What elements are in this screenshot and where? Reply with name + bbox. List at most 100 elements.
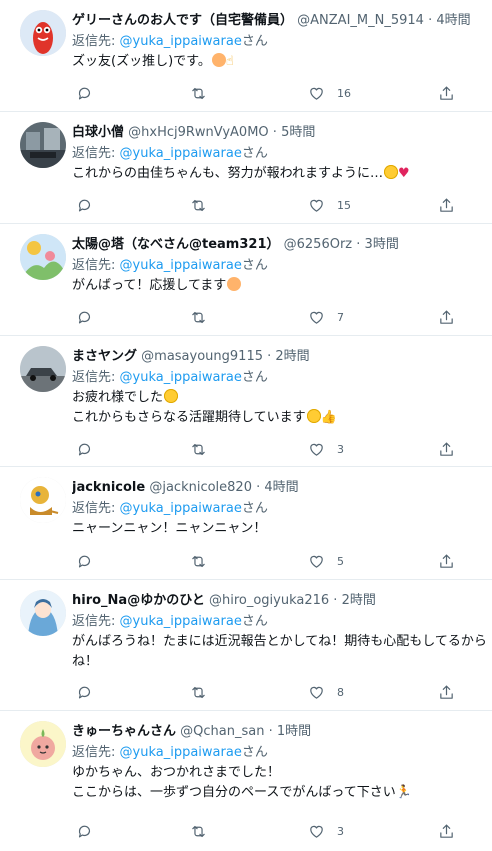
reply-button[interactable]	[76, 309, 93, 326]
share-icon	[438, 553, 455, 570]
like-button[interactable]: 5	[308, 553, 344, 570]
display-name[interactable]: hiro_Na@ゆかのひと	[72, 593, 205, 608]
share-icon	[438, 197, 455, 214]
retweet-icon	[190, 684, 207, 701]
reply-tweet[interactable]: まさヤング @masayoung9115 · 2時間 返信先: @yuka_ip…	[0, 336, 492, 467]
timestamp[interactable]: 3時間	[365, 237, 399, 252]
tweet-text: ズッ友(ズッ推し)です。 ☝	[72, 52, 484, 72]
reply-button[interactable]	[76, 85, 93, 102]
tweet-text-content: ニャーンニャン！ニャンニャン！	[72, 521, 267, 536]
avatar[interactable]	[20, 590, 66, 636]
action-bar: 8	[72, 682, 484, 702]
onion-character-icon	[20, 721, 66, 767]
reply-tweet[interactable]: hiro_Na@ゆかのひと @hiro_ogiyuka216 · 2時間 返信先…	[0, 580, 492, 711]
share-button[interactable]	[438, 684, 455, 701]
timestamp[interactable]: 1時間	[277, 724, 311, 739]
tweet-text: がんばろうね！たまには近況報告とかしてね！期待も心配もしてるから ね！	[72, 632, 487, 672]
display-name[interactable]: jacknicole	[72, 480, 145, 495]
reply-tweet[interactable]: 太陽@塔（なべさん@team321） @6256Orz · 3時間 返信先: @…	[0, 224, 492, 336]
mention-link[interactable]: @yuka_ippaiwarae	[120, 370, 242, 385]
heart-icon	[308, 553, 325, 570]
avatar[interactable]	[20, 122, 66, 168]
timestamp[interactable]: 4時間	[436, 13, 470, 28]
retweet-button[interactable]	[190, 553, 207, 570]
separator-dot: ·	[268, 125, 282, 140]
reply-tweet[interactable]: きゅーちゃんさん @Qchan_san · 1時間 返信先: @yuka_ipp…	[0, 711, 492, 850]
tweet-text-line: これからもさらなる活躍期待しています	[72, 410, 306, 425]
user-handle[interactable]: @6256Orz	[284, 237, 353, 252]
avatar[interactable]	[20, 477, 66, 523]
like-button[interactable]: 7	[308, 309, 344, 326]
action-bar: 16	[72, 83, 484, 103]
user-handle[interactable]: @hxHcj9RwnVyA0MO	[128, 125, 269, 140]
mention-link[interactable]: @yuka_ippaiwarae	[120, 258, 242, 273]
share-button[interactable]	[438, 553, 455, 570]
retweet-button[interactable]	[190, 684, 207, 701]
like-button[interactable]: 16	[308, 85, 351, 102]
grinning-face-emoji	[306, 409, 321, 423]
reply-to: 返信先: @yuka_ippaiwaraeさん	[72, 256, 484, 276]
reply-to-suffix: さん	[241, 34, 268, 49]
display-name[interactable]: 太陽@塔（なべさん@team321）	[72, 237, 280, 252]
timestamp[interactable]: 4時間	[264, 480, 298, 495]
pointing-hand-emoji: ☝	[225, 54, 234, 69]
retweet-button[interactable]	[190, 197, 207, 214]
mention-link[interactable]: @yuka_ippaiwarae	[120, 34, 242, 49]
like-button[interactable]: 3	[308, 823, 344, 840]
avatar[interactable]	[20, 721, 66, 767]
avatar[interactable]	[20, 234, 66, 280]
user-handle[interactable]: @hiro_ogiyuka216	[209, 593, 329, 608]
reply-tweet[interactable]: jacknicole @jacknicole820 · 4時間 返信先: @yu…	[0, 467, 492, 580]
share-button[interactable]	[438, 309, 455, 326]
display-name[interactable]: きゅーちゃんさん	[72, 724, 176, 739]
reply-button[interactable]	[76, 553, 93, 570]
like-button[interactable]: 8	[308, 684, 344, 701]
retweet-button[interactable]	[190, 309, 207, 326]
share-button[interactable]	[438, 85, 455, 102]
retweet-button[interactable]	[190, 85, 207, 102]
avatar[interactable]	[20, 10, 66, 56]
retweet-button[interactable]	[190, 823, 207, 840]
user-handle[interactable]: @masayoung9115	[141, 349, 263, 364]
reply-to-label: 返信先:	[72, 34, 120, 49]
reply-to-suffix: さん	[241, 745, 268, 760]
like-button[interactable]: 15	[308, 197, 351, 214]
mention-link[interactable]: @yuka_ippaiwarae	[120, 614, 242, 629]
tweet-text: これからの由佳ちゃんも、努力が報われますように… ♥	[72, 164, 484, 184]
user-handle[interactable]: @jacknicole820	[149, 480, 252, 495]
reply-button[interactable]	[76, 197, 93, 214]
user-handle[interactable]: @ANZAI_M_N_5914	[297, 13, 424, 28]
relieved-face-emoji	[383, 165, 398, 179]
reply-icon	[76, 553, 93, 570]
reply-tweet[interactable]: 白球小僧 @hxHcj9RwnVyA0MO · 5時間 返信先: @yuka_i…	[0, 112, 492, 224]
user-handle[interactable]: @Qchan_san	[180, 724, 264, 739]
mention-link[interactable]: @yuka_ippaiwarae	[120, 745, 242, 760]
share-button[interactable]	[438, 197, 455, 214]
action-bar: 7	[72, 307, 484, 327]
like-button[interactable]: 3	[308, 441, 344, 458]
retweet-button[interactable]	[190, 441, 207, 458]
heart-icon	[308, 85, 325, 102]
action-bar: 3	[72, 821, 484, 841]
display-name[interactable]: 白球小僧	[72, 125, 124, 140]
reply-tweet[interactable]: ゲリーさんのお人です（自宅警備員） @ANZAI_M_N_5914 · 4時間 …	[0, 0, 492, 112]
avatar[interactable]	[20, 346, 66, 392]
display-name[interactable]: まさヤング	[72, 349, 137, 364]
reply-button[interactable]	[76, 823, 93, 840]
reply-to: 返信先: @yuka_ippaiwaraeさん	[72, 499, 484, 519]
retweet-icon	[190, 441, 207, 458]
display-name[interactable]: ゲリーさんのお人です（自宅警備員）	[72, 13, 293, 28]
like-count: 3	[337, 824, 344, 838]
share-button[interactable]	[438, 823, 455, 840]
reply-icon	[76, 197, 93, 214]
mention-link[interactable]: @yuka_ippaiwarae	[120, 501, 242, 516]
reply-button[interactable]	[76, 441, 93, 458]
reply-icon	[76, 309, 93, 326]
share-button[interactable]	[438, 441, 455, 458]
timestamp[interactable]: 2時間	[342, 593, 376, 608]
reply-button[interactable]	[76, 684, 93, 701]
timestamp[interactable]: 5時間	[281, 125, 315, 140]
reply-icon	[76, 85, 93, 102]
timestamp[interactable]: 2時間	[275, 349, 309, 364]
mention-link[interactable]: @yuka_ippaiwarae	[120, 146, 242, 161]
